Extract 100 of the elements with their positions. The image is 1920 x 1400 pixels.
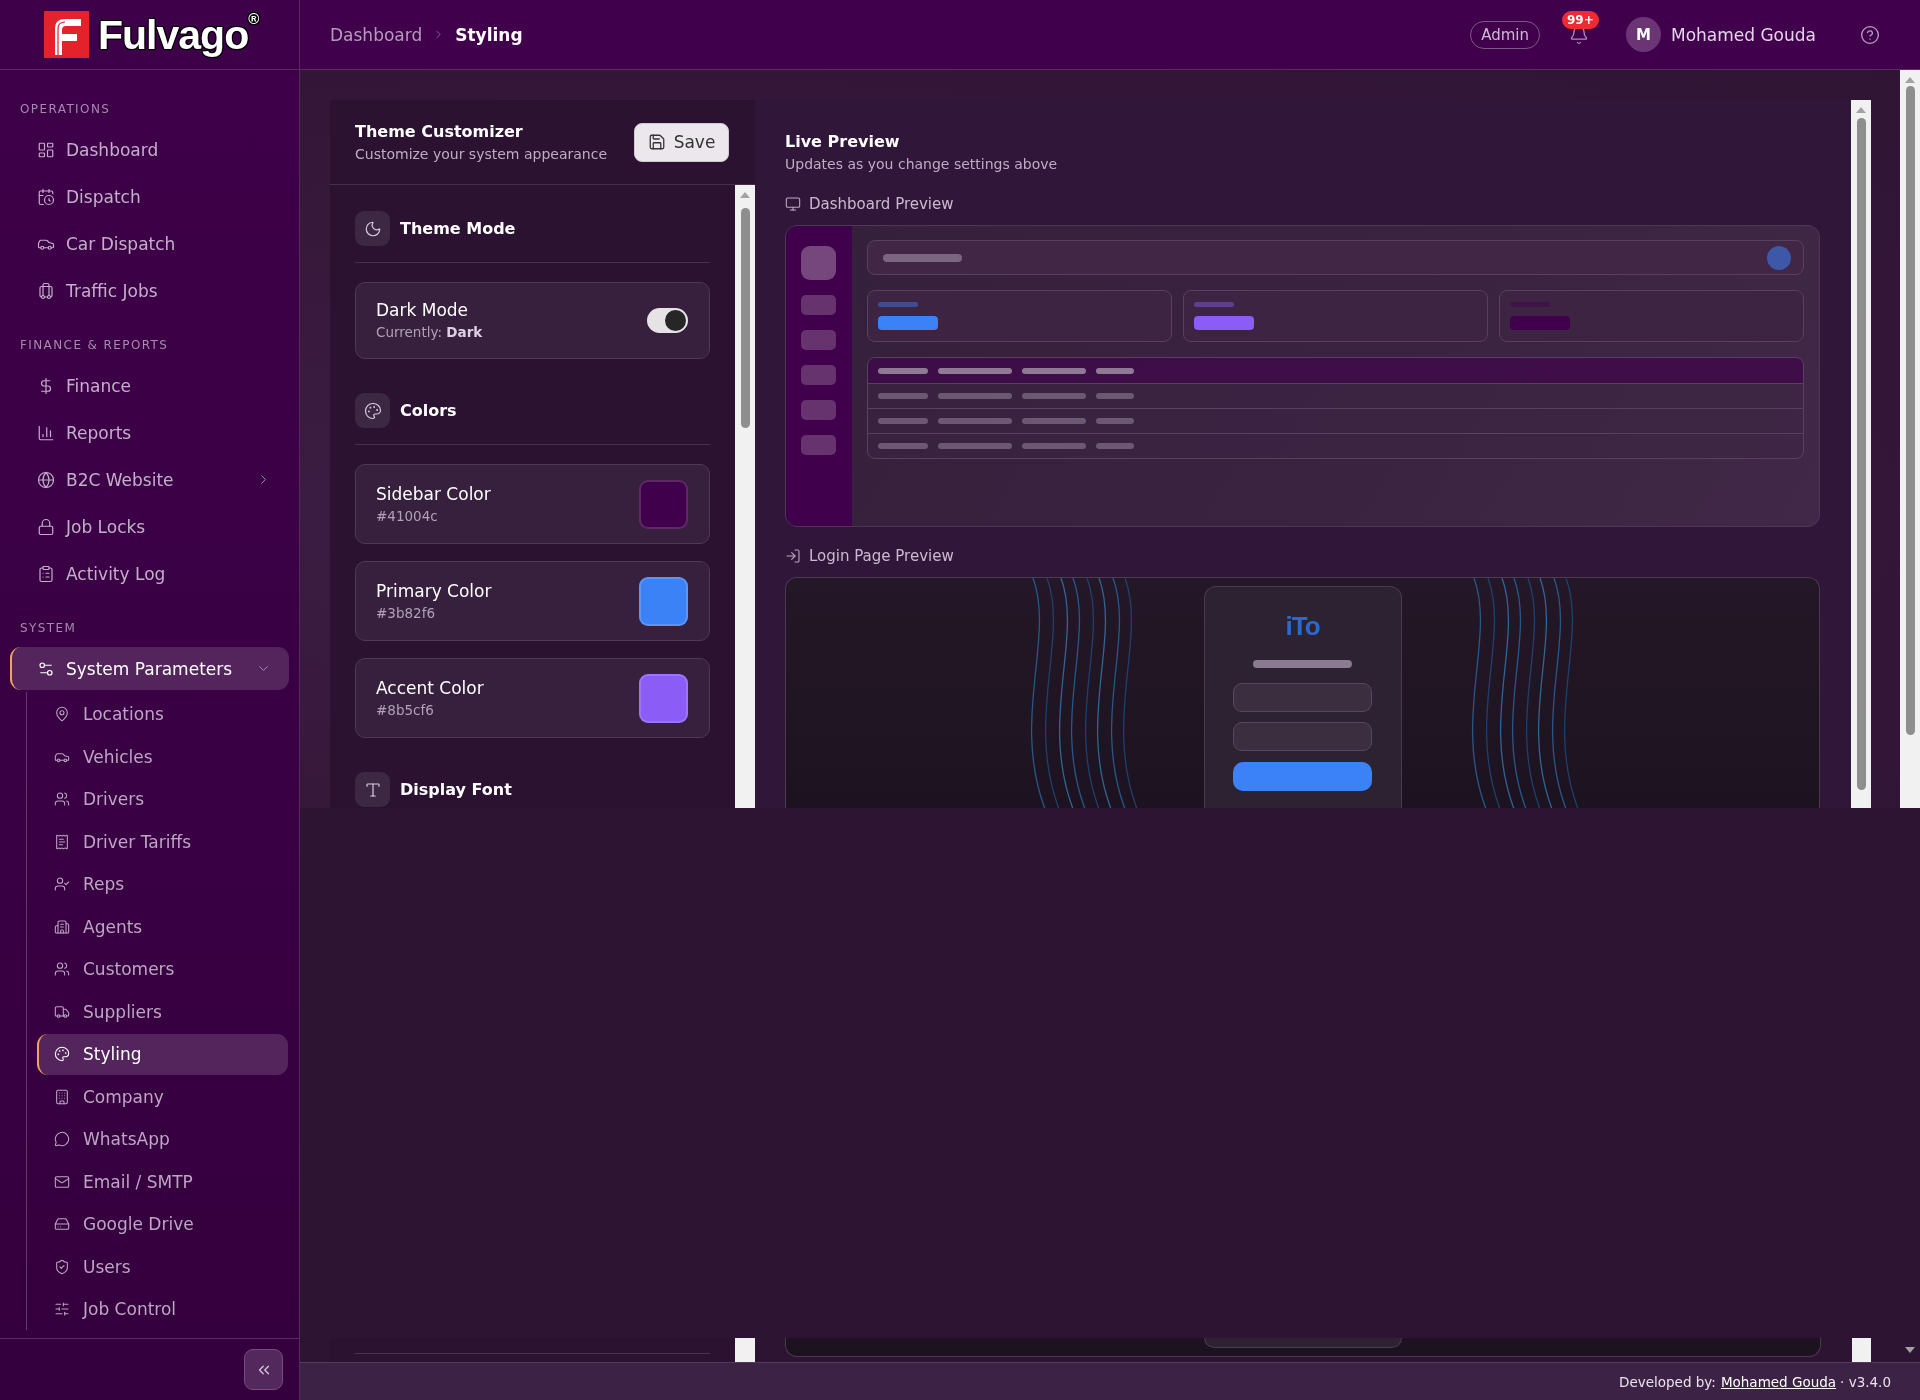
nav-subitem[interactable]: Driver Tariffs: [37, 821, 288, 862]
building-icon: [54, 1088, 70, 1105]
nav-subitem[interactable]: Google Drive: [37, 1204, 288, 1245]
sign-in-icon: [785, 548, 801, 564]
placeholder-bar: [878, 443, 928, 449]
users-icon: [54, 791, 70, 808]
scrollbar[interactable]: [1851, 100, 1871, 808]
bar-chart-icon: [37, 423, 55, 442]
section-label: OPERATIONS: [19, 101, 111, 117]
globe-icon: [37, 470, 55, 489]
color-swatch-icon[interactable]: [639, 576, 688, 626]
chat-bubble-icon: [54, 1131, 70, 1148]
placeholder-bar: [1096, 367, 1134, 374]
section-title: Theme Mode: [400, 219, 516, 238]
placeholder-bar: [1096, 393, 1134, 399]
breadcrumb-item[interactable]: Dashboard: [330, 24, 423, 45]
nav-item[interactable]: Reports: [10, 411, 289, 454]
save-button[interactable]: Save: [634, 122, 729, 162]
text-icon: [355, 772, 390, 807]
nav-placeholder: [801, 295, 836, 315]
lock-icon: [37, 517, 55, 536]
nav-item[interactable]: Traffic Jobs: [10, 269, 289, 312]
nav-item[interactable]: System Parameters: [10, 647, 289, 690]
preview-label: Login Page Preview: [809, 547, 954, 565]
scrollbar-track[interactable]: [1852, 1338, 1871, 1362]
nav-subitem[interactable]: Locations: [37, 694, 288, 735]
placeholder-bar: [878, 418, 928, 424]
color-value: #3b82f6: [376, 603, 436, 622]
scrollbar-thumb[interactable]: [1856, 118, 1866, 790]
user-avatar[interactable]: M: [1625, 17, 1661, 52]
toggle-switch[interactable]: [647, 308, 688, 333]
nav-subitem[interactable]: Company: [37, 1076, 288, 1117]
scroll-up-icon[interactable]: [740, 192, 750, 198]
nav-item[interactable]: Dispatch: [10, 175, 289, 218]
footer-text: Developed by:: [1619, 1373, 1716, 1390]
section-title: Colors: [400, 401, 457, 420]
nav-item[interactable]: Finance: [10, 364, 289, 407]
nav-subitem[interactable]: Reps: [37, 864, 288, 905]
section-label: SYSTEM: [19, 620, 77, 636]
placeholder-bar: [1510, 316, 1570, 330]
nav-placeholder: [801, 365, 836, 385]
sliders-icon: [54, 1301, 70, 1318]
setting-label: Dark Mode: [376, 300, 470, 321]
nav-item[interactable]: Job Locks: [10, 505, 289, 548]
scrollbar-thumb[interactable]: [1905, 86, 1915, 735]
nav-subitem[interactable]: Styling: [37, 1034, 288, 1075]
placeholder-bar: [1194, 316, 1254, 330]
nav-subitem[interactable]: Customers: [37, 949, 288, 990]
author-link[interactable]: Mohamed Gouda: [1720, 1373, 1837, 1390]
calendar-clock-icon: [37, 187, 55, 206]
placeholder-bar: [1096, 443, 1134, 449]
nav-item[interactable]: B2C Website: [10, 458, 289, 501]
monitor-icon: [785, 196, 801, 212]
user-name[interactable]: Mohamed Gouda: [1670, 24, 1816, 45]
help-icon[interactable]: [1860, 24, 1880, 45]
scroll-up-icon[interactable]: [1856, 107, 1866, 113]
placeholder-bar: [1022, 367, 1086, 374]
scrollbar-thumb[interactable]: [740, 208, 750, 428]
nav-item[interactable]: Activity Log: [10, 552, 289, 595]
clipboard-icon: [37, 564, 55, 583]
hard-drive-icon: [54, 1216, 70, 1233]
collapse-button[interactable]: [244, 1349, 283, 1390]
scroll-up-icon[interactable]: [1905, 77, 1915, 83]
section-label: FINANCE & REPORTS: [19, 337, 169, 353]
panel-title: Theme Customizer: [355, 121, 523, 142]
placeholder-bar: [878, 302, 918, 308]
nav-subitem[interactable]: Suppliers: [37, 991, 288, 1032]
palette-icon: [54, 1046, 70, 1063]
nav-subitem[interactable]: Job Control: [37, 1289, 288, 1330]
nav-subitem[interactable]: Vehicles: [37, 736, 288, 777]
moon-icon: [355, 211, 390, 246]
scrollbar-track[interactable]: [735, 1338, 755, 1362]
color-value: #8b5cf6: [376, 700, 435, 719]
placeholder-bar: [1194, 302, 1234, 308]
luggage-icon: [37, 281, 55, 300]
breadcrumb-item[interactable]: Styling: [455, 24, 523, 45]
section-title: Display Font: [400, 780, 512, 799]
nav-subitem[interactable]: Users: [37, 1246, 288, 1287]
nav-subitem[interactable]: Email / SMTP: [37, 1161, 288, 1202]
truck-icon: [54, 1003, 70, 1020]
version-text: · v3.4.0: [1840, 1373, 1891, 1390]
nav-subitem[interactable]: WhatsApp: [37, 1119, 288, 1160]
color-swatch-icon[interactable]: [639, 479, 688, 529]
nav-placeholder: [801, 435, 836, 455]
placeholder-bar: [1022, 443, 1086, 449]
panel-subtitle: Updates as you change settings above: [785, 155, 1058, 173]
nav-subitem[interactable]: Drivers: [37, 779, 288, 820]
nav-subitem[interactable]: Agents: [37, 906, 288, 947]
scrollbar[interactable]: [735, 185, 755, 808]
nav-item[interactable]: Dashboard: [10, 128, 289, 171]
color-swatch-icon[interactable]: [639, 673, 688, 723]
nav-item[interactable]: Car Dispatch: [10, 222, 289, 265]
nav-placeholder: [801, 330, 836, 350]
notification-badge: 99+: [1561, 10, 1599, 29]
nav-placeholder: [801, 400, 836, 420]
placeholder-bar: [878, 367, 928, 374]
scrollbar[interactable]: [1900, 70, 1920, 808]
save-icon: [647, 133, 666, 151]
scroll-down-icon[interactable]: [1905, 1347, 1915, 1353]
placeholder-bar: [878, 393, 928, 399]
